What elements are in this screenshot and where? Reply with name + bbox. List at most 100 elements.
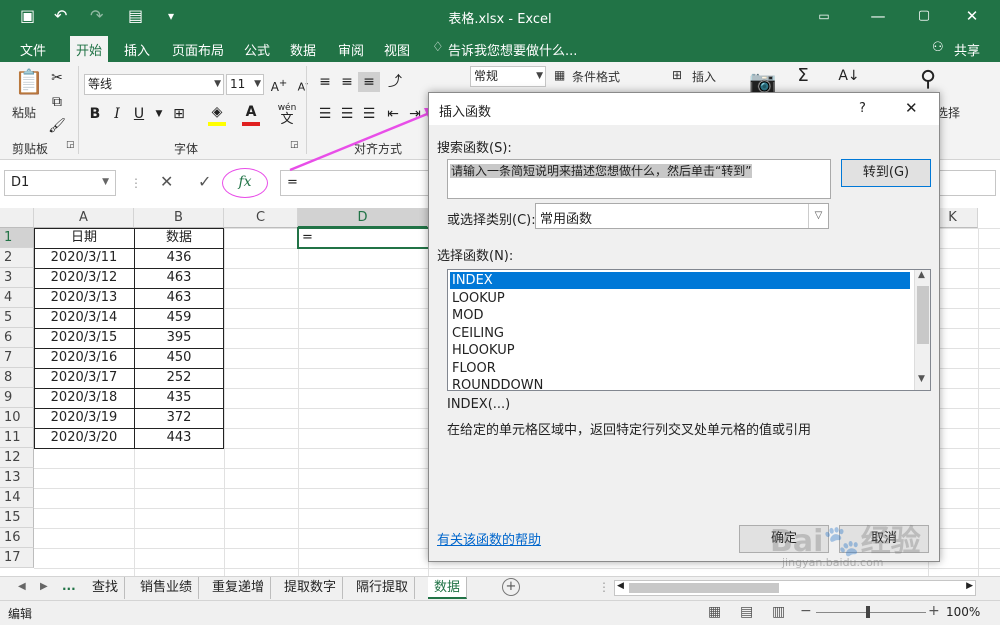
increase-font-icon[interactable]: A+ <box>268 74 290 94</box>
borders-icon[interactable]: ⊞ <box>168 104 190 124</box>
normal-view-icon[interactable]: ▦ <box>708 604 721 620</box>
decrease-indent-icon[interactable]: ⇤ <box>382 104 404 124</box>
chevron-up-icon[interactable]: ▲ <box>918 270 925 280</box>
row-header[interactable]: 16 <box>0 528 34 548</box>
row-header[interactable]: 14 <box>0 488 34 508</box>
sheet-tab[interactable]: 提取数字 <box>278 577 344 599</box>
row-header[interactable]: 7 <box>0 348 34 368</box>
conditional-format-button[interactable]: 条件格式 <box>572 68 620 85</box>
insert-function-button[interactable]: fx <box>222 168 268 198</box>
phonetic-icon-bottom[interactable]: 文 <box>276 110 298 130</box>
sheet-tab[interactable]: 重复递增 <box>206 577 272 599</box>
add-sheet-button[interactable]: + <box>502 578 520 596</box>
cell-date[interactable]: 2020/3/14 <box>34 308 134 328</box>
row-header[interactable]: 2 <box>0 248 34 268</box>
tell-me-box[interactable]: 告诉我您想要做什么... <box>448 40 577 59</box>
row-header[interactable]: 5 <box>0 308 34 328</box>
zoom-slider[interactable] <box>816 612 926 613</box>
number-format-combo[interactable]: 常规 ▼ <box>470 66 546 87</box>
splitter-icon[interactable]: ⋮ <box>130 176 142 190</box>
share-icon[interactable]: ⚇ <box>932 40 944 55</box>
row-header[interactable]: 10 <box>0 408 34 428</box>
chevron-down-icon[interactable]: ▽ <box>808 204 828 228</box>
chevron-down-icon[interactable]: ▼ <box>918 374 925 384</box>
cell-value[interactable]: 463 <box>134 288 224 308</box>
cell-value[interactable]: 435 <box>134 388 224 408</box>
category-select[interactable]: 常用函数 ▽ <box>535 203 829 229</box>
tab-scroll-left-icon[interactable]: ◀ <box>18 581 26 592</box>
function-list[interactable]: INDEX LOOKUP MOD CEILING HLOOKUP FLOOR ROUNDDO… <box>447 269 931 391</box>
row-header[interactable]: 3 <box>0 268 34 288</box>
align-center-icon[interactable]: ☰ <box>336 104 358 124</box>
zoom-out-icon[interactable]: − <box>800 603 812 619</box>
font-color-icon[interactable]: A <box>240 102 262 122</box>
cell-date[interactable]: 2020/3/11 <box>34 248 134 268</box>
bold-button[interactable]: B <box>84 104 106 124</box>
maximize-icon[interactable]: ▢ <box>904 4 944 28</box>
tab-formulas[interactable]: 公式 <box>244 40 270 59</box>
row-header[interactable]: 1 <box>0 228 34 248</box>
function-list-item[interactable]: FLOOR <box>450 360 910 377</box>
scrollbar-thumb[interactable] <box>629 583 779 593</box>
function-list-item[interactable]: ROUNDDOWN <box>450 377 910 390</box>
copy-icon[interactable]: ⧉ <box>46 92 68 112</box>
align-right-icon[interactable]: ☰ <box>358 104 380 124</box>
cut-icon[interactable]: ✂ <box>46 68 68 88</box>
tab-home[interactable]: 开始 <box>70 36 109 62</box>
paste-icon[interactable]: 📋 <box>14 68 44 96</box>
tab-splitter-icon[interactable]: ⋮ <box>598 580 610 594</box>
cell-date[interactable]: 2020/3/19 <box>34 408 134 428</box>
row-header[interactable]: 12 <box>0 448 34 468</box>
ribbon-options-icon[interactable]: ▭ <box>804 4 844 28</box>
tab-scroll-right-icon[interactable]: ▶ <box>40 581 48 592</box>
function-list-item[interactable]: HLOOKUP <box>450 342 910 359</box>
header-cell-date[interactable]: 日期 <box>34 228 134 248</box>
dialog-help-button[interactable]: ? <box>859 101 866 116</box>
horizontal-scrollbar[interactable]: ◀ ▶ <box>614 580 976 596</box>
scroll-left-icon[interactable]: ◀ <box>617 581 624 591</box>
italic-button[interactable]: I <box>106 104 128 124</box>
go-button[interactable]: 转到(G) <box>841 159 931 187</box>
row-header[interactable]: 13 <box>0 468 34 488</box>
cell-value[interactable]: 450 <box>134 348 224 368</box>
font-name-combo[interactable]: 等线 ▼ <box>84 74 224 95</box>
zoom-slider-thumb[interactable] <box>866 606 870 618</box>
cell-date[interactable]: 2020/3/18 <box>34 388 134 408</box>
sheet-tab[interactable]: 查找 <box>86 577 126 599</box>
align-top-icon[interactable]: ≡ <box>314 72 336 92</box>
column-header-c[interactable]: C <box>224 208 298 228</box>
cell-date[interactable]: 2020/3/13 <box>34 288 134 308</box>
decrease-font-icon[interactable]: A- <box>292 74 314 94</box>
tab-data[interactable]: 数据 <box>290 40 316 59</box>
function-help-link[interactable]: 有关该函数的帮助 <box>437 529 541 548</box>
row-header[interactable]: 11 <box>0 428 34 448</box>
format-painter-icon[interactable]: 🖌 <box>46 116 68 136</box>
cell-d1[interactable]: = <box>302 228 342 248</box>
more-tabs-button[interactable]: ... <box>62 579 76 593</box>
close-window-icon[interactable]: ✕ <box>952 4 992 28</box>
cell-value[interactable]: 252 <box>134 368 224 388</box>
align-middle-icon[interactable]: ≡ <box>336 72 358 92</box>
confirm-entry-icon[interactable]: ✓ <box>198 172 211 191</box>
tab-page-layout[interactable]: 页面布局 <box>172 40 224 59</box>
cell-date[interactable]: 2020/3/16 <box>34 348 134 368</box>
insert-cells-icon[interactable]: ⊞ <box>672 68 682 82</box>
find-select-icon[interactable]: ⚲ <box>914 66 942 94</box>
cell-value[interactable]: 436 <box>134 248 224 268</box>
name-box[interactable]: D1 ▼ <box>4 170 116 196</box>
header-cell-data[interactable]: 数据 <box>134 228 224 248</box>
row-header[interactable]: 15 <box>0 508 34 528</box>
scroll-right-icon[interactable]: ▶ <box>966 581 973 591</box>
tab-view[interactable]: 视图 <box>384 40 410 59</box>
clipboard-launcher-icon[interactable]: ◲ <box>66 140 75 150</box>
font-size-combo[interactable]: 11 ▼ <box>226 74 264 95</box>
sheet-tab[interactable]: 销售业绩 <box>134 577 200 599</box>
cancel-entry-icon[interactable]: ✕ <box>160 172 173 191</box>
sort-filter-icon[interactable]: A↓ <box>838 66 860 86</box>
row-header[interactable]: 6 <box>0 328 34 348</box>
function-list-scrollbar[interactable]: ▲ ▼ <box>914 270 930 390</box>
tab-file[interactable]: 文件 <box>20 40 46 59</box>
page-layout-view-icon[interactable]: ▤ <box>740 604 753 620</box>
sheet-tab[interactable]: 数据 <box>428 577 468 599</box>
function-list-item[interactable]: CEILING <box>450 325 910 342</box>
